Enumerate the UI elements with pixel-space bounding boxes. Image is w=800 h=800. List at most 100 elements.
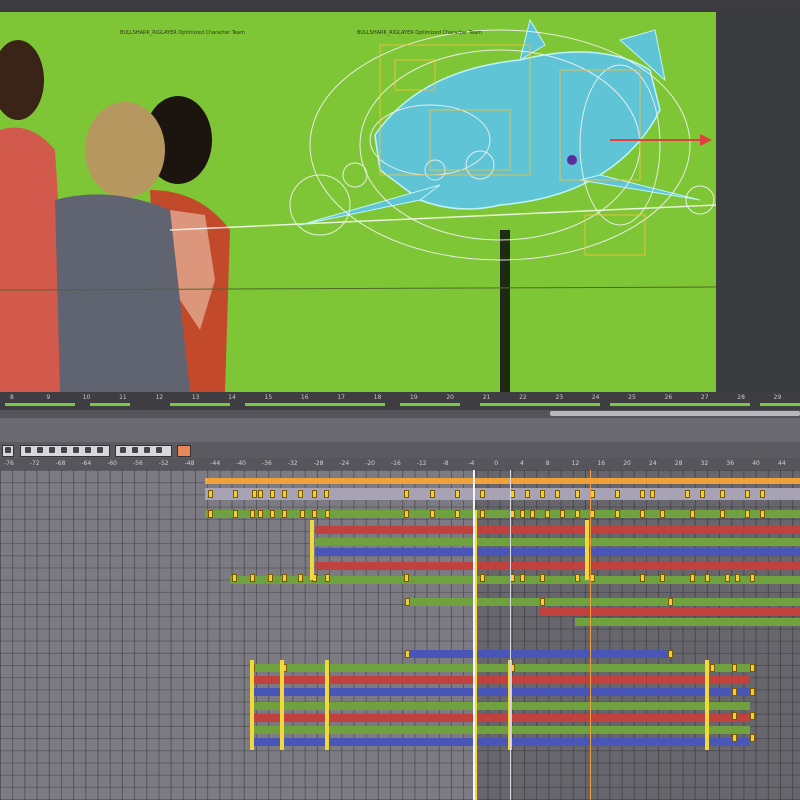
keyframe-key[interactable] (690, 574, 695, 582)
keyframe-key[interactable] (650, 490, 655, 498)
keyframe-key[interactable] (750, 688, 755, 696)
keyframe-key[interactable] (660, 574, 665, 582)
curve-color-icon[interactable] (177, 445, 191, 457)
clamped-tangent-icon[interactable] (156, 447, 162, 453)
keyframe-key[interactable] (270, 510, 275, 518)
keyframe-key[interactable] (530, 510, 535, 518)
animation-curve-segment[interactable] (315, 538, 800, 546)
dope-sheet-graph[interactable] (0, 470, 800, 800)
keyframe-key[interactable] (430, 510, 435, 518)
keyframe-key[interactable] (233, 510, 238, 518)
curve-orange[interactable] (205, 478, 800, 484)
range-slider[interactable] (0, 410, 800, 418)
keyframe-key[interactable] (640, 510, 645, 518)
keyframe-key[interactable] (575, 490, 580, 498)
keyframe-key[interactable] (298, 490, 303, 498)
keyframe-key[interactable] (615, 510, 620, 518)
move-arrow-icon[interactable] (700, 134, 712, 146)
keyframe-key[interactable] (525, 490, 530, 498)
keyframe-key[interactable] (685, 490, 690, 498)
keyframe-key[interactable] (520, 574, 525, 582)
keyframe-key[interactable] (325, 574, 330, 582)
keyframe-key[interactable] (208, 510, 213, 518)
keyframe-key[interactable] (732, 734, 737, 742)
animation-curve-segment[interactable] (405, 650, 670, 658)
keyframe-key[interactable] (324, 490, 329, 498)
shark-pectoral-fin-left[interactable] (299, 184, 441, 226)
keyframe-key[interactable] (750, 712, 755, 720)
keyframe-key[interactable] (732, 712, 737, 720)
curve-grey[interactable] (205, 488, 800, 500)
keyframe-key[interactable] (750, 664, 755, 672)
animation-curve-segment[interactable] (540, 608, 800, 616)
keyframe-key[interactable] (404, 574, 409, 582)
keyframe-key[interactable] (325, 510, 330, 518)
keyframe-key[interactable] (540, 574, 545, 582)
keyframe-key[interactable] (300, 510, 305, 518)
keyframe-key[interactable] (404, 490, 409, 498)
keyframe-key[interactable] (668, 598, 673, 606)
shark-model-rig[interactable] (0, 0, 716, 392)
animation-curve-segment[interactable] (315, 526, 800, 534)
range-slider-thumb[interactable] (550, 411, 800, 416)
linear-tangent-icon[interactable] (132, 447, 138, 453)
insert-key-icon[interactable] (37, 447, 43, 453)
keyframe-key[interactable] (480, 490, 485, 498)
keyframe-key[interactable] (455, 490, 460, 498)
region-icon[interactable] (61, 447, 67, 453)
lattice-icon[interactable] (49, 447, 55, 453)
keyframe-key[interactable] (455, 510, 460, 518)
keyframe-key[interactable] (480, 510, 485, 518)
keyframe-key[interactable] (282, 574, 287, 582)
animation-curve-segment[interactable] (405, 598, 800, 606)
buffer-curve-icon[interactable] (85, 447, 91, 453)
keyframe-key[interactable] (480, 574, 485, 582)
animation-curve-segment[interactable] (575, 618, 800, 626)
keyframe-key[interactable] (750, 574, 755, 582)
keyframe-key[interactable] (732, 664, 737, 672)
keyframe-key[interactable] (700, 490, 705, 498)
keyframe-key[interactable] (405, 650, 410, 658)
keyframe-key[interactable] (660, 510, 665, 518)
animation-curve-segment[interactable] (205, 510, 800, 518)
keyframe-key[interactable] (232, 574, 237, 582)
keyframe-key[interactable] (282, 490, 287, 498)
keyframe-key[interactable] (732, 688, 737, 696)
keyframe-key[interactable] (312, 510, 317, 518)
keyframe-key[interactable] (710, 664, 715, 672)
keyframe-key[interactable] (555, 490, 560, 498)
tangent-icon[interactable] (73, 447, 79, 453)
keyframe-key[interactable] (615, 490, 620, 498)
keyframe-key[interactable] (298, 574, 303, 582)
keyframe-key[interactable] (233, 490, 238, 498)
keyframe-key[interactable] (640, 574, 645, 582)
keyframe-key[interactable] (404, 510, 409, 518)
keyframe-key[interactable] (282, 510, 287, 518)
keyframe-key[interactable] (690, 510, 695, 518)
keyframe-key[interactable] (760, 510, 765, 518)
step-tangent-icon[interactable] (120, 447, 126, 453)
3d-viewport[interactable]: BULLSHARK_RIGLAYER Optimized Character T… (0, 0, 800, 392)
flat-tangent-icon[interactable] (97, 447, 103, 453)
keyframe-key[interactable] (250, 510, 255, 518)
keyframe-key[interactable] (312, 490, 317, 498)
animation-curve-segment[interactable] (315, 548, 800, 556)
keyframe-key[interactable] (545, 510, 550, 518)
keyframe-key[interactable] (560, 510, 565, 518)
select-key-icon[interactable] (5, 447, 11, 453)
keyframe-key[interactable] (640, 490, 645, 498)
keyframe-key[interactable] (735, 574, 740, 582)
keyframe-key[interactable] (720, 510, 725, 518)
keyframe-key[interactable] (720, 490, 725, 498)
keyframe-key[interactable] (575, 574, 580, 582)
keyframe-key[interactable] (760, 490, 765, 498)
keyframe-key[interactable] (750, 734, 755, 742)
time-slider[interactable]: 8 9 10 11 12 13 14 15 16 17 18 19 20 21 22 23 24 25 26 27 28… (0, 392, 800, 410)
keyframe-key[interactable] (540, 598, 545, 606)
keyframe-key[interactable] (725, 574, 730, 582)
keyframe-key[interactable] (745, 490, 750, 498)
keyframe-key[interactable] (705, 574, 710, 582)
keyframe-key[interactable] (258, 490, 263, 498)
move-key-icon[interactable] (25, 447, 31, 453)
keyframe-key[interactable] (208, 490, 213, 498)
